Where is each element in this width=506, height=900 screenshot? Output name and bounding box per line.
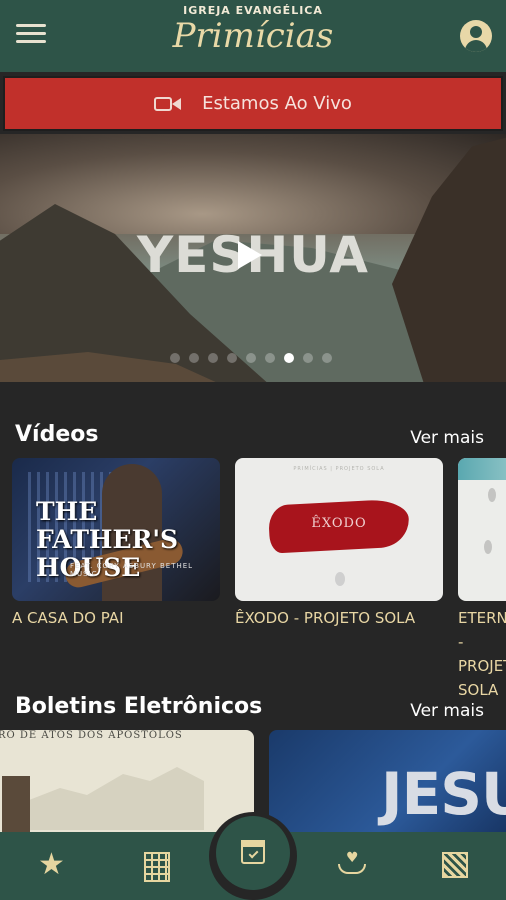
app-header: IGREJA EVANGÉLICA Primícias	[0, 0, 506, 72]
videos-see-more-link[interactable]: Ver mais	[410, 428, 484, 448]
bulletin-text: JESUS	[381, 760, 506, 828]
carousel-dot[interactable]	[227, 353, 237, 363]
building-icon	[144, 852, 170, 882]
video-card-eterno[interactable]	[458, 458, 506, 601]
video-caption[interactable]: ETERNO - PROJETO SOLA	[458, 606, 506, 702]
heart-hand-icon: ♥	[338, 850, 366, 878]
star-icon: ★	[38, 847, 65, 882]
app-root: IGREJA EVANGÉLICA Primícias Estamos Ao V…	[0, 0, 506, 900]
bulletin-card-jesus[interactable]: JESUS	[269, 730, 506, 832]
carousel-dot[interactable]	[246, 353, 256, 363]
account-icon[interactable]	[460, 20, 492, 52]
nav-donation[interactable]: ♥	[320, 832, 380, 900]
video-thumb-subtitle: FEAT. CORY ASBURY BETHEL MUSIC	[70, 562, 194, 578]
nav-qrcode[interactable]	[426, 832, 486, 900]
bulletin-text: RO DE ATOS DOS APÓSTOLOS	[0, 730, 183, 741]
carousel-dot[interactable]	[208, 353, 218, 363]
videos-section-title: Vídeos	[15, 422, 99, 447]
video-thumb-title: ÊXODO	[311, 516, 367, 531]
menu-icon[interactable]	[16, 24, 46, 46]
bulletin-card-atos[interactable]: RO DE ATOS DOS APÓSTOLOS	[0, 730, 254, 832]
bulletins-section-title: Boletins Eletrônicos	[15, 694, 263, 719]
nav-schedule-button[interactable]	[216, 816, 290, 890]
bulletins-see-more-link[interactable]: Ver mais	[410, 701, 484, 721]
calendar-check-icon	[241, 840, 265, 864]
live-label: Estamos Ao Vivo	[202, 93, 352, 114]
nav-favorites[interactable]: ★	[22, 832, 82, 900]
brand-name-text: Primícias	[172, 16, 334, 56]
carousel-dot[interactable]	[170, 353, 180, 363]
video-card-exodo[interactable]: PRIMÍCIAS | PROJETO SOLA ÊXODO	[235, 458, 443, 601]
video-card-casa-do-pai[interactable]: THE FATHER'S HOUSE FEAT. CORY ASBURY BET…	[12, 458, 220, 601]
brand-logo: IGREJA EVANGÉLICA Primícias	[153, 4, 353, 57]
play-icon[interactable]	[234, 240, 264, 270]
video-caption[interactable]: A CASA DO PAI	[12, 606, 222, 630]
carousel-dot[interactable]	[189, 353, 199, 363]
hero-carousel[interactable]: YESHUA	[0, 134, 506, 382]
nav-church[interactable]	[128, 832, 188, 900]
video-camera-icon	[154, 95, 182, 113]
video-thumb-topline: PRIMÍCIAS | PROJETO SOLA	[293, 466, 385, 472]
carousel-dot[interactable]	[322, 353, 332, 363]
live-banner-button[interactable]: Estamos Ao Vivo	[3, 76, 503, 131]
video-caption[interactable]: ÊXODO - PROJETO SOLA	[235, 606, 450, 630]
carousel-indicators	[170, 353, 332, 363]
carousel-dot[interactable]	[265, 353, 275, 363]
carousel-dot[interactable]	[303, 353, 313, 363]
carousel-dot-active[interactable]	[284, 353, 294, 363]
qr-code-icon	[442, 852, 468, 878]
